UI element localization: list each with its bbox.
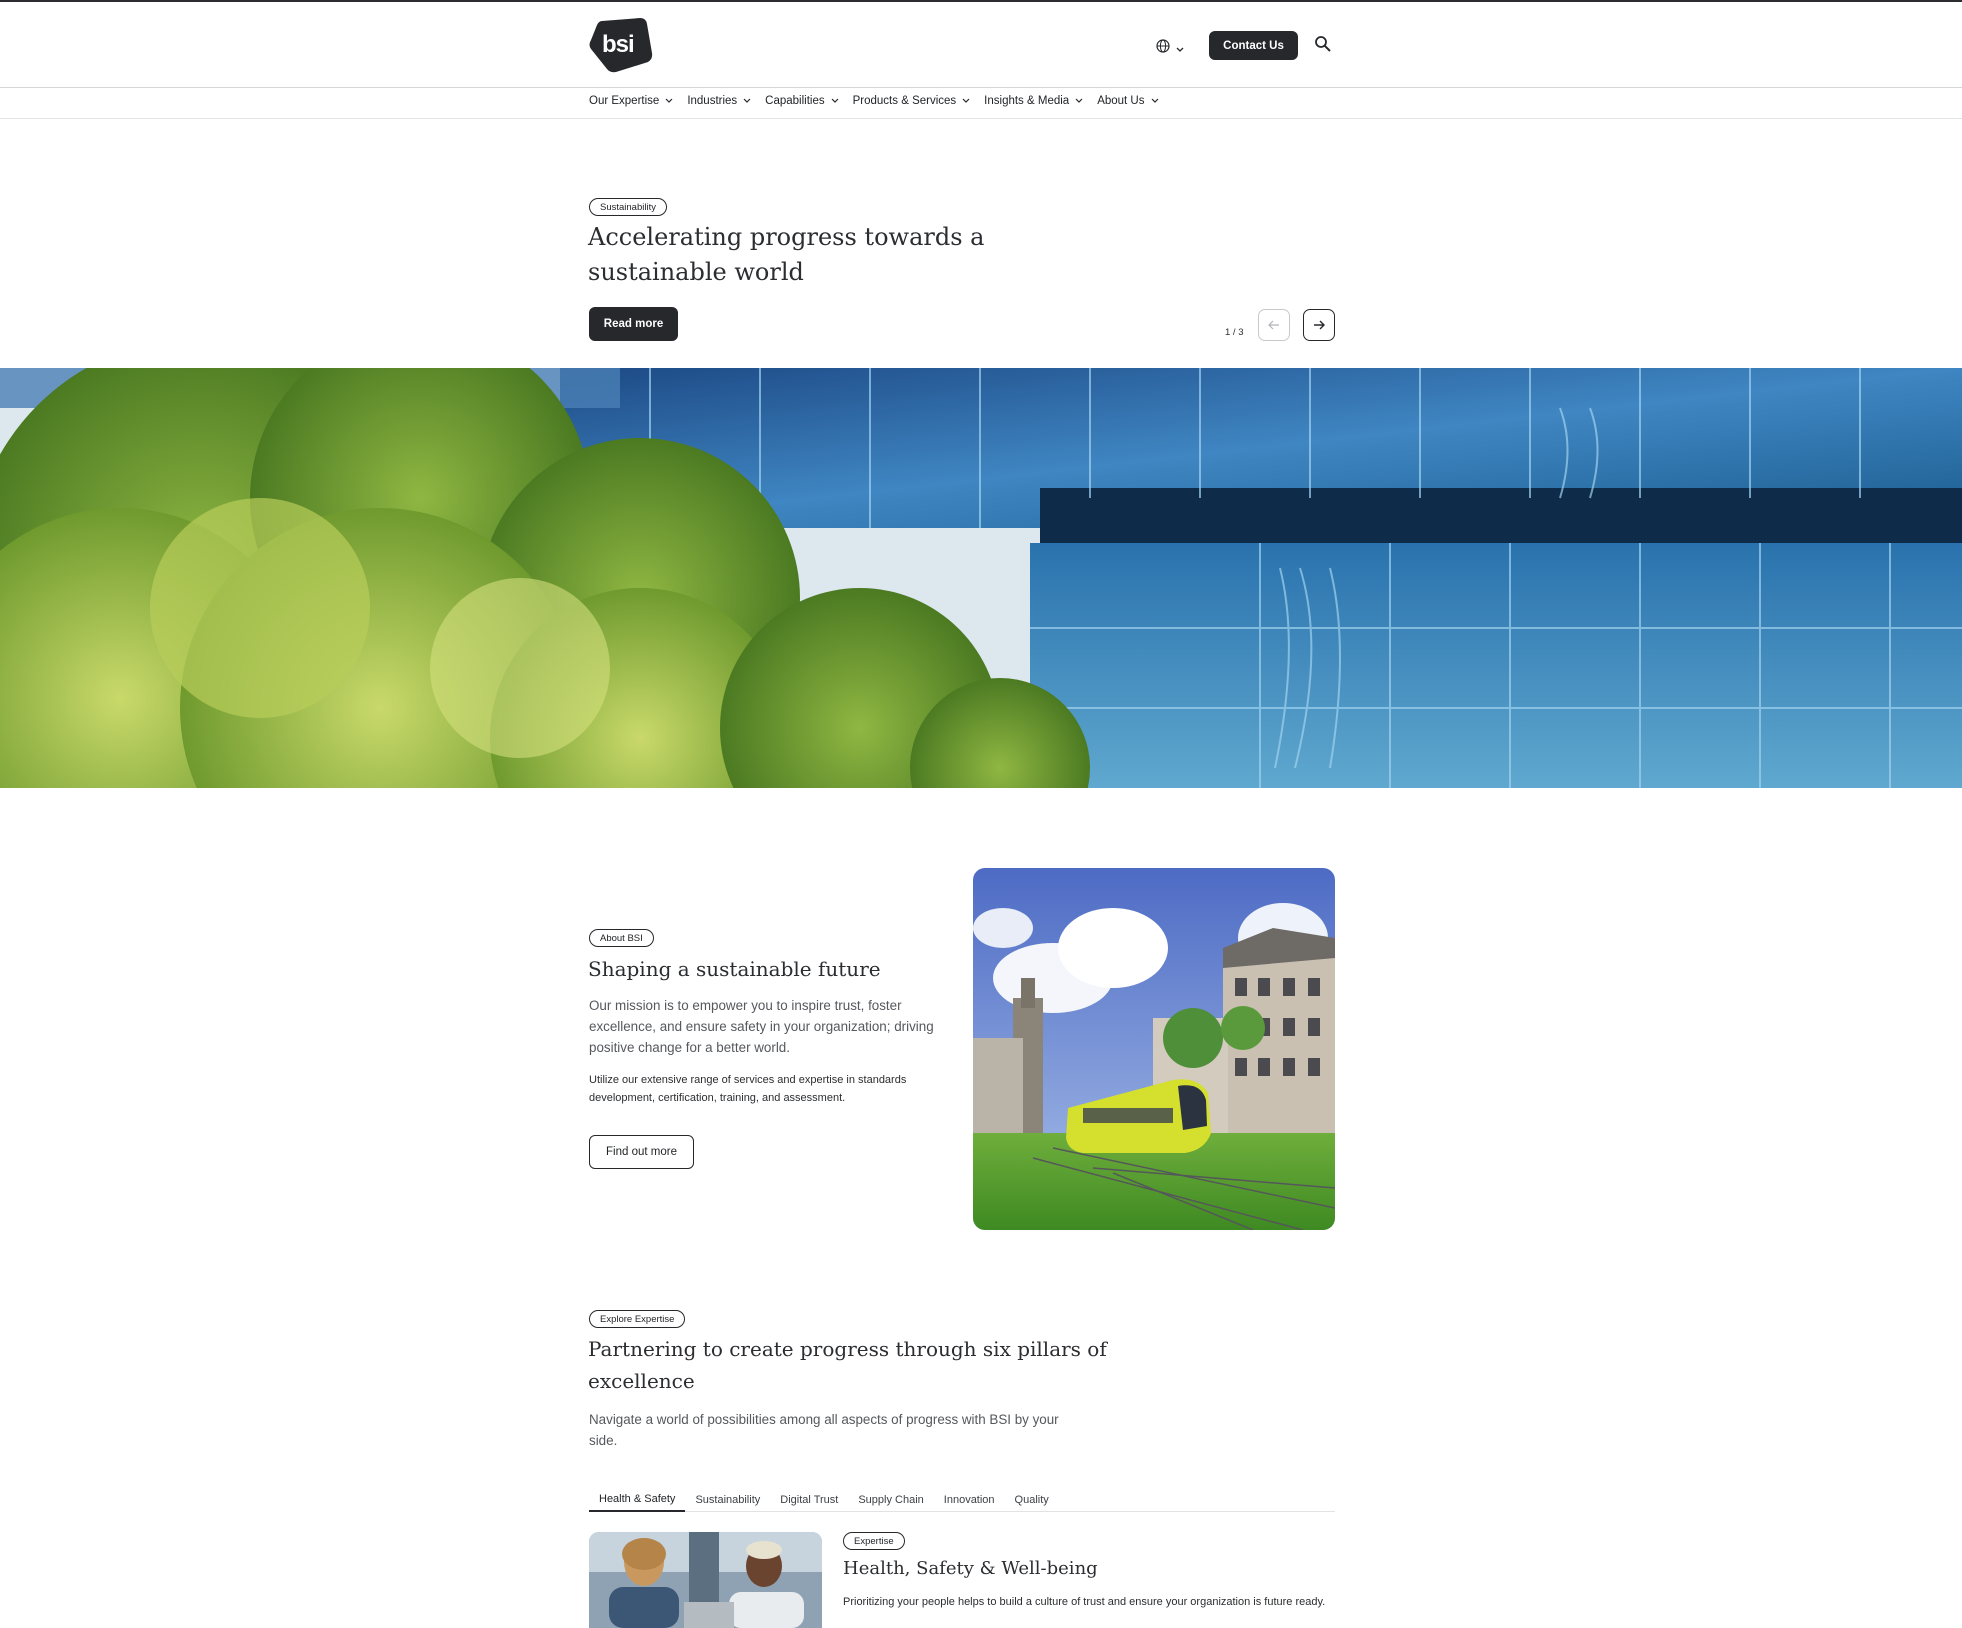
tab-health-safety[interactable]: Health & Safety xyxy=(589,1488,686,1512)
about-mission-text: Our mission is to empower you to inspire… xyxy=(589,998,934,1055)
nav-item-our-expertise[interactable]: Our Expertise xyxy=(589,95,687,107)
card-title[interactable]: Health, Safety & Well-being xyxy=(843,1556,1098,1582)
nav-item-insights-media[interactable]: Insights & Media xyxy=(984,95,1097,107)
tram-image xyxy=(973,868,1335,1230)
bsi-logo[interactable]: bsi xyxy=(588,17,654,73)
chevron-down-icon xyxy=(1176,38,1184,57)
nav-item-label: Products & Services xyxy=(852,95,957,107)
nav-item-capabilities[interactable]: Capabilities xyxy=(765,95,852,107)
about-services-text: Utilize our extensive range of services … xyxy=(589,1074,907,1104)
chevron-down-icon xyxy=(665,98,673,103)
main-nav: Our Expertise Industries Capabilities Pr… xyxy=(0,89,1962,119)
tab-digital-trust[interactable]: Digital Trust xyxy=(770,1488,848,1512)
nav-item-about-us[interactable]: About Us xyxy=(1097,95,1172,107)
chevron-down-icon xyxy=(1075,98,1083,103)
chevron-down-icon xyxy=(1151,98,1158,103)
tab-sustainability[interactable]: Sustainability xyxy=(685,1488,770,1512)
hero-banner-image xyxy=(0,368,1962,788)
expertise-tabs: Health & Safety Sustainability Digital T… xyxy=(589,1488,1335,1512)
explore-description: Navigate a world of possibilities among … xyxy=(589,1412,1059,1448)
explore-title: Partnering to create progress through si… xyxy=(588,1337,1107,1393)
nav-item-label: Our Expertise xyxy=(589,95,660,107)
tab-innovation[interactable]: Innovation xyxy=(934,1488,1005,1512)
hero-tag: Sustainability xyxy=(589,198,667,216)
about-tag: About BSI xyxy=(589,929,654,947)
chevron-down-icon xyxy=(962,98,970,103)
nav-item-industries[interactable]: Industries xyxy=(687,95,765,107)
site-header: bsi Contact Us xyxy=(0,2,1962,88)
previous-slide-button[interactable] xyxy=(1258,309,1290,341)
card-tag: Expertise xyxy=(843,1532,905,1550)
search-icon[interactable] xyxy=(1314,35,1334,55)
chevron-down-icon xyxy=(743,98,751,103)
health-safety-image xyxy=(589,1532,822,1628)
hero-title: Accelerating progress towards a sustaina… xyxy=(588,223,985,286)
find-out-more-button[interactable]: Find out more xyxy=(589,1135,694,1169)
nav-item-products-services[interactable]: Products & Services xyxy=(853,95,985,107)
about-title: Shaping a sustainable future xyxy=(588,957,881,981)
explore-tag: Explore Expertise xyxy=(589,1310,686,1328)
nav-item-label: About Us xyxy=(1097,95,1145,107)
globe-icon xyxy=(1156,38,1170,57)
read-more-button[interactable]: Read more xyxy=(589,307,678,341)
chevron-down-icon xyxy=(831,98,839,103)
tab-supply-chain[interactable]: Supply Chain xyxy=(848,1488,933,1512)
tab-quality[interactable]: Quality xyxy=(1005,1488,1059,1512)
svg-text:bsi: bsi xyxy=(602,31,634,58)
slide-counter: 1 / 3 xyxy=(1225,327,1244,338)
nav-item-label: Industries xyxy=(687,95,738,107)
arrow-left-icon xyxy=(1268,320,1279,330)
card-description: Prioritizing your people helps to build … xyxy=(843,1596,1326,1608)
next-slide-button[interactable] xyxy=(1303,309,1335,341)
nav-item-label: Capabilities xyxy=(765,95,825,107)
nav-item-label: Insights & Media xyxy=(984,95,1070,107)
contact-us-button[interactable]: Contact Us xyxy=(1209,31,1298,60)
arrow-right-icon xyxy=(1314,320,1325,330)
language-selector[interactable] xyxy=(1156,36,1192,58)
